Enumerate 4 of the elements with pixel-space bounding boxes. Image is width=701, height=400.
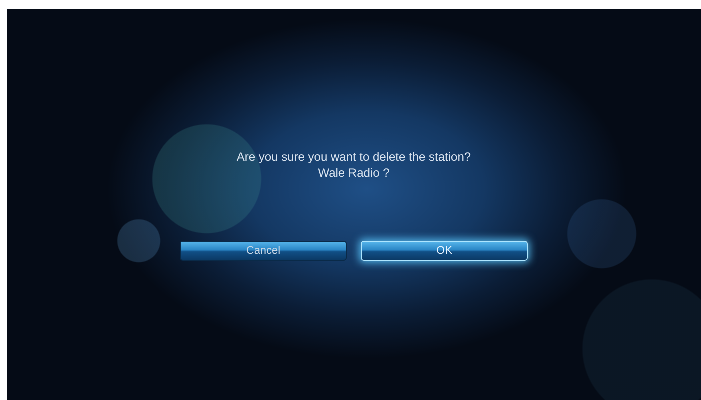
dialog-message: Are you sure you want to delete the station? — [236, 149, 472, 165]
dialog-button[interactable]: OK — [361, 241, 528, 261]
dialog-button[interactable]: Cancel — [180, 241, 347, 261]
dialog-message: Wale Radio ? — [318, 165, 390, 181]
